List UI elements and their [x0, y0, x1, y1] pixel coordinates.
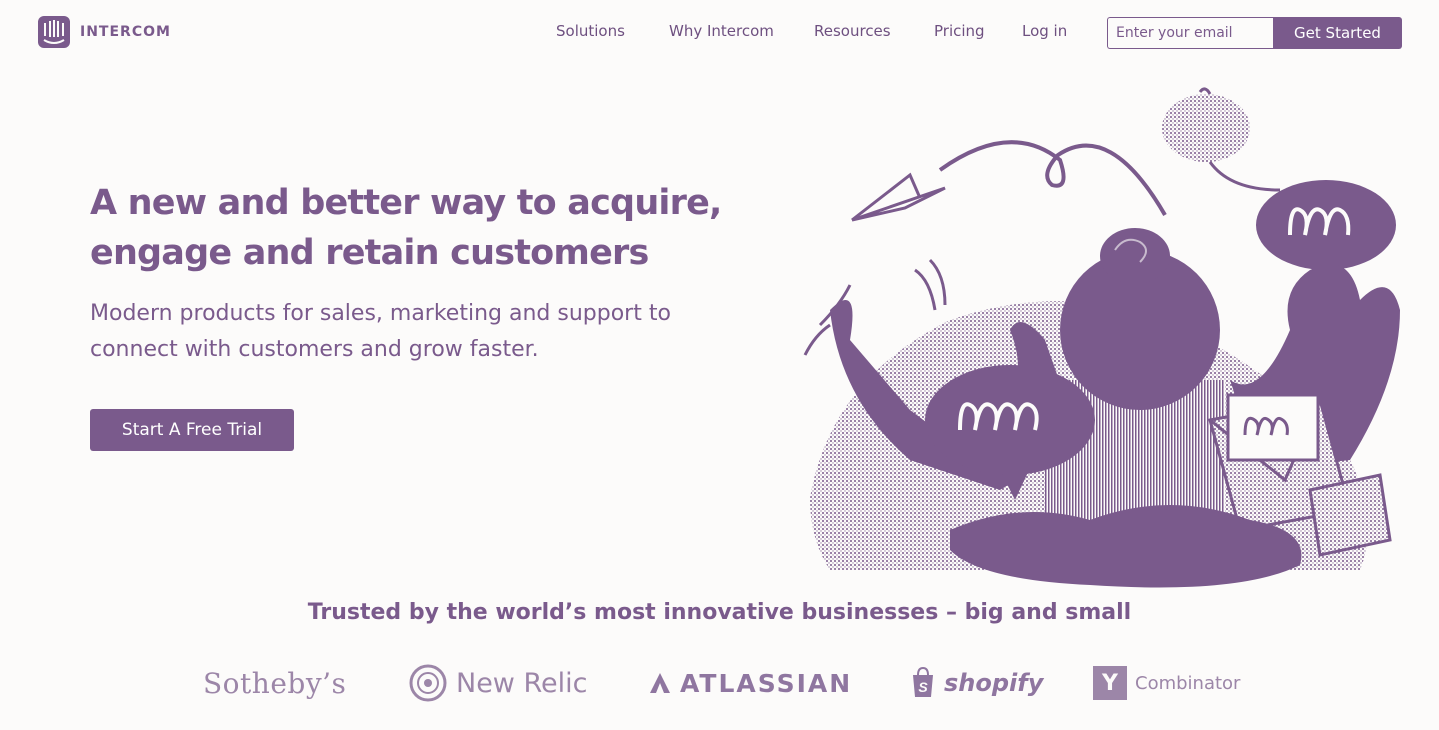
y-combinator-icon: Y: [1093, 666, 1127, 700]
customer-logos: Sotheby’s New Relic ATLASSIAN S shopify: [0, 660, 1439, 706]
svg-text:S: S: [918, 679, 928, 695]
trusted-heading: Trusted by the world’s most innovative b…: [307, 600, 1132, 625]
nav-login[interactable]: Log in: [1022, 22, 1067, 40]
dotted-balloon: [1162, 94, 1250, 162]
brand-name: INTERCOM: [80, 24, 171, 40]
home-logo-link[interactable]: INTERCOM: [38, 16, 171, 48]
site-header: INTERCOM Solutions Why Intercom Resource…: [0, 0, 1439, 66]
logo-sothebys-text: Sotheby’s: [203, 666, 347, 700]
nav-solutions[interactable]: Solutions: [556, 22, 625, 40]
new-relic-icon: [409, 664, 447, 702]
envelope-small: [1308, 473, 1392, 557]
paper-plane-icon: [851, 172, 946, 222]
subhead-line-1: Modern products for sales, marketing and…: [90, 301, 671, 326]
logo-atlassian: ATLASSIAN: [648, 660, 852, 706]
hero-subhead: Modern products for sales, marketing and…: [90, 296, 730, 368]
headline-line-1: A new and better way to acquire,: [90, 183, 722, 223]
start-free-trial-button[interactable]: Start A Free Trial: [90, 409, 294, 451]
header-signup-form: Get Started: [1107, 17, 1402, 49]
nav-pricing[interactable]: Pricing: [934, 22, 985, 40]
headline-line-2: engage and retain customers: [90, 233, 649, 273]
logo-new-relic: New Relic: [408, 660, 587, 706]
logo-shopify: S shopify: [910, 660, 1043, 706]
email-input[interactable]: [1107, 17, 1273, 49]
logo-atlassian-text: ATLASSIAN: [680, 668, 853, 698]
logo-y-combinator-text: Combinator: [1135, 672, 1241, 694]
speech-bubble-left: [925, 365, 1095, 475]
nav-why-intercom[interactable]: Why Intercom: [669, 22, 774, 40]
logo-new-relic-text: New Relic: [456, 667, 588, 699]
plane-trail: [938, 140, 1167, 217]
logo-sothebys: Sotheby’s: [203, 660, 346, 706]
hero-illustration: [803, 87, 1400, 588]
get-started-button[interactable]: Get Started: [1273, 17, 1402, 49]
hero-headline: A new and better way to acquire, engage …: [90, 178, 730, 278]
intercom-logo-icon: [38, 16, 70, 48]
logo-y-combinator: Y Combinator: [1093, 660, 1240, 706]
atlassian-icon: [650, 673, 670, 693]
logo-shopify-text: shopify: [944, 669, 1044, 697]
nav-resources[interactable]: Resources: [814, 22, 891, 40]
shopify-bag-icon: S: [913, 667, 933, 697]
subhead-line-2: connect with customers and grow faster.: [90, 337, 539, 362]
